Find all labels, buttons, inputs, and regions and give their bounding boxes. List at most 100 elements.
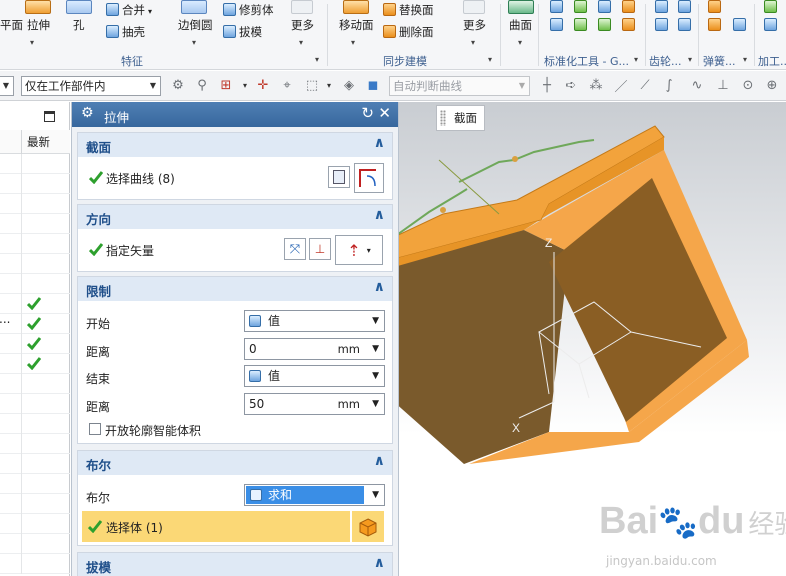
select-body-row[interactable]: 选择体 (1): [82, 511, 350, 542]
extrude-button[interactable]: 拉伸: [27, 17, 50, 33]
gear-tool-icon[interactable]: [655, 0, 668, 13]
std-tool-icon[interactable]: [550, 0, 563, 13]
surface-dropdown[interactable]: ▾: [518, 38, 522, 47]
gear-icon[interactable]: ⚙: [81, 105, 94, 121]
more-dropdown-feature[interactable]: ▾: [299, 38, 303, 47]
limits-header[interactable]: 限制 ∧: [78, 277, 392, 301]
nav-row[interactable]: [0, 334, 70, 354]
selection-scope-combo[interactable]: 仅在工作部件内 ▼: [21, 76, 161, 96]
curve-select-button[interactable]: [354, 163, 384, 193]
std-tool-icon[interactable]: [622, 0, 635, 13]
nav-row[interactable]: [0, 254, 70, 274]
std-tool-icon[interactable]: [574, 0, 587, 13]
offset-face-button[interactable]: 移动面: [339, 17, 374, 33]
selection-mode-icon[interactable]: ⌖: [278, 76, 296, 94]
direction-header[interactable]: 方向 ∧: [78, 205, 392, 229]
machining-tool-icon[interactable]: [764, 18, 777, 31]
gear-tool-icon[interactable]: [678, 0, 691, 13]
target-icon[interactable]: ⊕: [763, 76, 781, 94]
start-option-select[interactable]: 值 ▼: [244, 310, 385, 332]
vector-dialog-button[interactable]: ⊥: [309, 238, 331, 260]
nav-row[interactable]: [0, 534, 70, 554]
nav-row[interactable]: [0, 394, 70, 414]
spring-group-expander[interactable]: ▾: [743, 55, 747, 64]
spring-tool-icon[interactable]: [708, 0, 721, 13]
rectangle-dropdown-icon[interactable]: ▾: [320, 76, 338, 94]
spring-tool-icon[interactable]: [733, 18, 746, 31]
unite-button[interactable]: 合并 ▾: [106, 2, 152, 18]
machining-tool-icon[interactable]: [764, 0, 777, 13]
nav-row[interactable]: [0, 474, 70, 494]
replace-face-button[interactable]: 替换面: [383, 2, 434, 18]
nav-row[interactable]: [0, 234, 70, 254]
reverse-direction-button[interactable]: ⤧: [284, 238, 306, 260]
gear-tool-icon[interactable]: [678, 18, 691, 31]
chain-icon[interactable]: ⁂: [587, 76, 605, 94]
circle-icon[interactable]: ⊙: [739, 76, 757, 94]
collapse-icon[interactable]: ∧: [374, 555, 385, 571]
edge-blend-button[interactable]: 边倒圆: [178, 17, 213, 33]
sketch-section-button[interactable]: [328, 166, 350, 188]
curve-handle[interactable]: [512, 156, 518, 162]
std-tool-icon[interactable]: [598, 0, 611, 13]
select-filter-icon[interactable]: ⚲: [193, 76, 211, 94]
line-icon[interactable]: ／: [612, 76, 630, 95]
nav-row[interactable]: [0, 354, 70, 374]
more-dropdown-sync[interactable]: ▾: [471, 38, 475, 47]
nav-row[interactable]: [0, 374, 70, 394]
nav-row[interactable]: [0, 294, 70, 314]
gear-group-expander[interactable]: ▾: [688, 55, 692, 64]
trim-body-button[interactable]: 修剪体: [223, 2, 274, 18]
boolean-header[interactable]: 布尔 ∧: [78, 451, 392, 475]
crosshair-icon[interactable]: ✛: [254, 76, 272, 94]
section-header[interactable]: 截面 ∧: [78, 133, 392, 157]
reset-icon[interactable]: ↻: [361, 104, 374, 122]
nav-row[interactable]: [0, 174, 70, 194]
follow-fillet-icon[interactable]: ➪: [562, 76, 580, 94]
nav-row[interactable]: [0, 314, 70, 334]
nav-row[interactable]: [0, 454, 70, 474]
column-latest[interactable]: 最新: [27, 134, 50, 150]
draft-header[interactable]: 拔模 ∧: [78, 553, 392, 576]
boolean-select[interactable]: 求和 ▼: [244, 484, 385, 506]
std-tool-icon[interactable]: [598, 18, 611, 31]
vector-type-dropdown[interactable]: ⇡ ▾: [335, 235, 383, 265]
collapse-icon[interactable]: ∧: [374, 207, 385, 223]
feature-group-expander[interactable]: ▾: [315, 55, 319, 64]
nav-row[interactable]: [0, 214, 70, 234]
stop-at-intersection-icon[interactable]: ┼: [538, 76, 556, 94]
std-tool-icon[interactable]: [622, 18, 635, 31]
curve-icon[interactable]: ⟋: [636, 76, 654, 94]
offset-face-dropdown[interactable]: ▾: [351, 38, 355, 47]
nav-row[interactable]: [0, 414, 70, 434]
snap-icon[interactable]: ⚙: [169, 76, 187, 94]
curve-rule-combo[interactable]: 自动判断曲线 ▼: [389, 76, 530, 96]
type-filter-combo[interactable]: ▼: [0, 76, 14, 96]
nav-row[interactable]: [0, 554, 70, 574]
specify-vector-label[interactable]: 指定矢量: [106, 242, 154, 259]
spline-icon[interactable]: ∫: [660, 76, 678, 94]
nav-row[interactable]: [0, 274, 70, 294]
gear-tool-icon[interactable]: [655, 18, 668, 31]
graphics-viewport[interactable]: Z X 截面 Bai🐾du经验 jingyan.baidu.com: [399, 102, 786, 576]
nav-row[interactable]: [0, 514, 70, 534]
open-profile-checkbox[interactable]: [89, 423, 101, 435]
eraser-icon[interactable]: ◈: [340, 76, 358, 94]
nav-row[interactable]: [0, 494, 70, 514]
start-distance-input[interactable]: 0 mm ▼: [244, 338, 385, 360]
snap-point-icon[interactable]: ⊞: [217, 76, 235, 94]
spring-tool-icon[interactable]: [708, 18, 721, 31]
nav-row[interactable]: [0, 434, 70, 454]
select-curve-label[interactable]: 选择曲线 (8): [106, 170, 175, 187]
select-body-button[interactable]: [352, 511, 384, 542]
close-icon[interactable]: ✕: [378, 104, 391, 122]
standard-group-expander[interactable]: ▾: [634, 55, 638, 64]
mirror-icon[interactable]: ⊥: [714, 76, 732, 94]
edge-blend-dropdown[interactable]: ▾: [192, 38, 196, 47]
curve-handle[interactable]: [440, 207, 446, 213]
sync-group-expander[interactable]: ▾: [488, 55, 492, 64]
collapse-icon[interactable]: ∧: [374, 453, 385, 469]
nav-row[interactable]: [0, 194, 70, 214]
shell-button[interactable]: 抽壳: [106, 24, 145, 40]
delete-face-button[interactable]: 删除面: [383, 24, 434, 40]
